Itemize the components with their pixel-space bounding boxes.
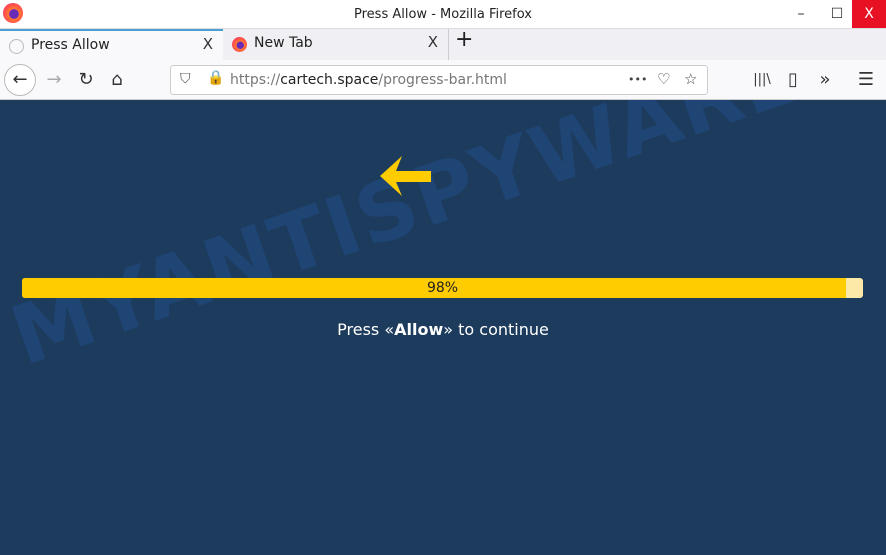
page-loading-icon [9,39,24,54]
shield-icon[interactable]: ⛉ [180,71,191,87]
firefox-icon [232,37,247,52]
lock-icon[interactable]: 🔒 [207,70,224,86]
url-bar[interactable]: ⛉ 🔒 https://cartech.space/progress-bar.h… [170,65,708,95]
close-window-button[interactable]: X [852,0,886,28]
more-actions-icon[interactable]: ••• [628,73,647,86]
watermark: MYANTISPYWARE.COM [0,100,886,385]
home-button[interactable]: ⌂ [103,66,131,94]
tab-label: New Tab [254,35,313,51]
back-button[interactable]: ← [4,64,36,96]
instruction-text: Press «Allow» to continue [337,320,549,339]
sidebar-icon[interactable]: ▯ [779,66,807,94]
tab-press-allow[interactable]: Press Allow X [0,29,223,60]
forward-button[interactable]: → [40,66,68,94]
library-icon[interactable]: |||\ [748,66,776,94]
overflow-icon[interactable]: » [811,66,839,94]
url-text[interactable]: https://cartech.space/progress-bar.html [230,72,507,88]
nav-bar: ← → ↻ ⌂ ⛉ 🔒 https://cartech.space/progre… [0,60,886,100]
tab-new-tab[interactable]: New Tab X [223,29,449,60]
progress-bar: 98% [22,278,863,298]
menu-icon[interactable]: ☰ [852,66,880,94]
new-tab-button[interactable]: + [455,27,473,52]
pocket-icon[interactable]: ♡ [657,70,670,88]
bookmark-star-icon[interactable]: ☆ [684,70,697,88]
reload-button[interactable]: ↻ [72,66,100,94]
maximize-button[interactable]: ☐ [822,0,852,28]
arrow-left-icon [380,156,431,196]
title-bar: Press Allow - Mozilla Firefox – ☐ X [0,0,886,29]
progress-label: 98% [426,280,459,296]
window-title: Press Allow - Mozilla Firefox [354,7,532,22]
close-tab-icon[interactable]: X [428,33,438,51]
tab-label: Press Allow [31,37,110,53]
close-tab-icon[interactable]: X [203,35,213,53]
page-content: MYANTISPYWARE.COM 98% Press «Allow» to c… [0,100,886,555]
tab-bar: Press Allow X New Tab X + [0,27,886,60]
minimize-button[interactable]: – [786,0,816,28]
